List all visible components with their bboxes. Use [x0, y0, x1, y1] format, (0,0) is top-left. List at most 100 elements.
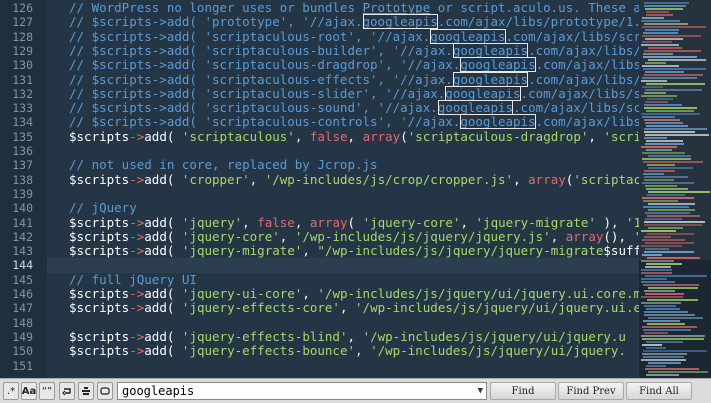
code-area[interactable]: // WordPress no longer uses or bundles P…	[69, 0, 639, 378]
code-token: 'jquery-migrate'	[181, 243, 303, 259]
minimap-line	[641, 245, 682, 247]
code-line[interactable]: $scripts->add( 'jquery-effects-blind', '…	[69, 328, 626, 344]
code-line[interactable]: // $scripts->add( 'scriptaculous-builder…	[69, 42, 639, 58]
minimap-line	[644, 179, 674, 181]
code-line[interactable]: // jQuery	[69, 201, 137, 215]
minimap-line	[646, 365, 666, 367]
minimap-line	[644, 23, 688, 25]
code-token: (	[166, 328, 182, 344]
code-line[interactable]: $scripts->add( 'jquery-migrate', "/wp-in…	[69, 243, 639, 259]
code-line[interactable]: // $scripts->add( 'scriptaculous-effects…	[69, 71, 639, 87]
line-number: 147	[12, 301, 33, 316]
code-token: array	[309, 214, 348, 230]
minimap-line	[647, 164, 675, 166]
minimap-line	[646, 149, 672, 151]
minimap-line	[645, 275, 707, 277]
code-token: add	[144, 300, 167, 316]
code-line[interactable]: // $scripts->add( 'scriptaculous-slider'…	[69, 85, 639, 101]
code-line[interactable]: // $scripts->add( 'scriptaculous-root', …	[69, 28, 639, 44]
find-input-value: googleapis	[122, 384, 195, 398]
whole-word-toggle[interactable]: “”	[39, 382, 55, 400]
minimap-line	[642, 65, 679, 67]
code-line[interactable]: $scripts->add( 'scriptaculous', false, a…	[69, 128, 639, 144]
code-token: $suff	[603, 243, 639, 259]
wrap-toggle[interactable]	[59, 382, 75, 400]
code-line[interactable]: // $scripts->add( 'scriptaculous-dragdro…	[69, 57, 639, 73]
minimap-line	[648, 317, 703, 319]
code-line[interactable]: // WordPress no longer uses or bundles P…	[69, 0, 639, 15]
code-token: ->	[129, 300, 145, 316]
code-token: $scripts	[69, 343, 130, 359]
code-token: ->	[129, 214, 145, 230]
code-token: (	[166, 286, 182, 301]
minimap-line	[642, 152, 685, 154]
code-line[interactable]: $scripts->add( 'jquery-core', '/wp-inclu…	[69, 228, 639, 244]
minimap-line	[645, 293, 684, 295]
in-selection-toggle[interactable]	[78, 382, 94, 400]
minimap-line	[644, 137, 667, 139]
code-line[interactable]: // full jQuery UI	[69, 272, 197, 287]
search-match: googleapis	[437, 100, 514, 116]
code-token: '/wp-includes/js/jquery/ui/jquery.u	[362, 328, 626, 344]
minimap-line	[648, 59, 706, 61]
code-line[interactable]: // $scripts->add( 'prototype', '//ajax.g…	[69, 14, 639, 30]
case-sensitive-toggle[interactable]: Aa	[21, 382, 37, 400]
minimap-line	[642, 17, 664, 19]
code-token: (	[166, 214, 182, 230]
minimap-line	[642, 344, 662, 346]
minimap-line	[644, 314, 695, 316]
code-token: '1	[626, 214, 639, 230]
minimap-line	[646, 188, 688, 190]
line-number: 143	[12, 244, 33, 259]
minimap-line	[647, 194, 685, 196]
minimap-line	[646, 11, 669, 13]
code-line[interactable]: // $scripts->add( 'scriptaculous-control…	[69, 114, 639, 130]
code-token: .com/ajax/libs/	[528, 42, 639, 58]
minimap-line	[642, 77, 697, 79]
minimap-line	[646, 140, 683, 142]
minimap-line	[642, 197, 694, 199]
code-token: 'jquery-effects-bounce'	[181, 343, 356, 359]
code-token: 'jquery-core'	[181, 228, 280, 244]
minimap-line	[644, 119, 680, 121]
find-prev-button[interactable]: Find Prev	[558, 382, 624, 400]
minimap[interactable]	[639, 0, 711, 378]
code-line[interactable]: $scripts->add( 'jquery-effects-bounce', …	[69, 344, 626, 358]
code-line[interactable]: // not used in core, replaced by Jcrop.j…	[69, 158, 378, 172]
minimap-line	[644, 251, 694, 253]
highlight-icon	[100, 387, 110, 395]
code-line[interactable]: $scripts->add( 'jquery', false, array( '…	[69, 214, 639, 230]
regex-toggle[interactable]: .*	[3, 382, 19, 400]
find-button[interactable]: Find	[490, 382, 556, 400]
chevron-down-icon[interactable]: ▼	[478, 383, 483, 399]
minimap-line	[648, 203, 695, 205]
minimap-line	[644, 2, 689, 4]
code-token: // $scripts->add( 'scriptaculous-builder…	[69, 42, 453, 58]
minimap-line	[648, 227, 683, 229]
code-token: ,	[249, 171, 265, 187]
line-number: 127	[12, 15, 33, 30]
code-token: 'scriptaculous-dragdrop'	[407, 128, 589, 144]
code-line[interactable]: $scripts->add( 'cropper', '/wp-includes/…	[69, 171, 639, 187]
highlight-matches-toggle[interactable]	[97, 382, 113, 400]
find-input[interactable]: googleapis ▼	[117, 382, 487, 400]
code-token: // not used in core, replaced by Jcrop.j…	[69, 157, 378, 173]
minimap-line	[646, 308, 680, 310]
minimap-line	[643, 356, 684, 358]
code-token: ->	[129, 343, 145, 359]
minimap-line	[648, 155, 691, 157]
find-all-button[interactable]: Find All	[626, 382, 692, 400]
code-line[interactable]: $scripts->add( 'jquery-ui-core', '/wp-in…	[69, 286, 639, 301]
code-token: '/wp-includes/js/jquery/ui/jquery.	[370, 343, 626, 359]
code-editor[interactable]: 126 127 128 129 130 131 132 133 134 135 136 137 138 1…	[0, 0, 711, 378]
code-line[interactable]: // $scripts->add( 'scriptaculous-sound',…	[69, 100, 639, 116]
line-number: 133	[12, 101, 33, 116]
code-token: array	[528, 171, 566, 187]
minimap-line	[644, 92, 666, 94]
code-line[interactable]: $scripts->add( 'jquery-effects-core', '/…	[69, 301, 639, 315]
code-token: 'scriptac	[573, 171, 639, 187]
minimap-line	[644, 224, 702, 226]
code-token: ,	[460, 214, 476, 230]
code-token: ,	[339, 300, 356, 316]
code-token: ,	[242, 214, 258, 230]
